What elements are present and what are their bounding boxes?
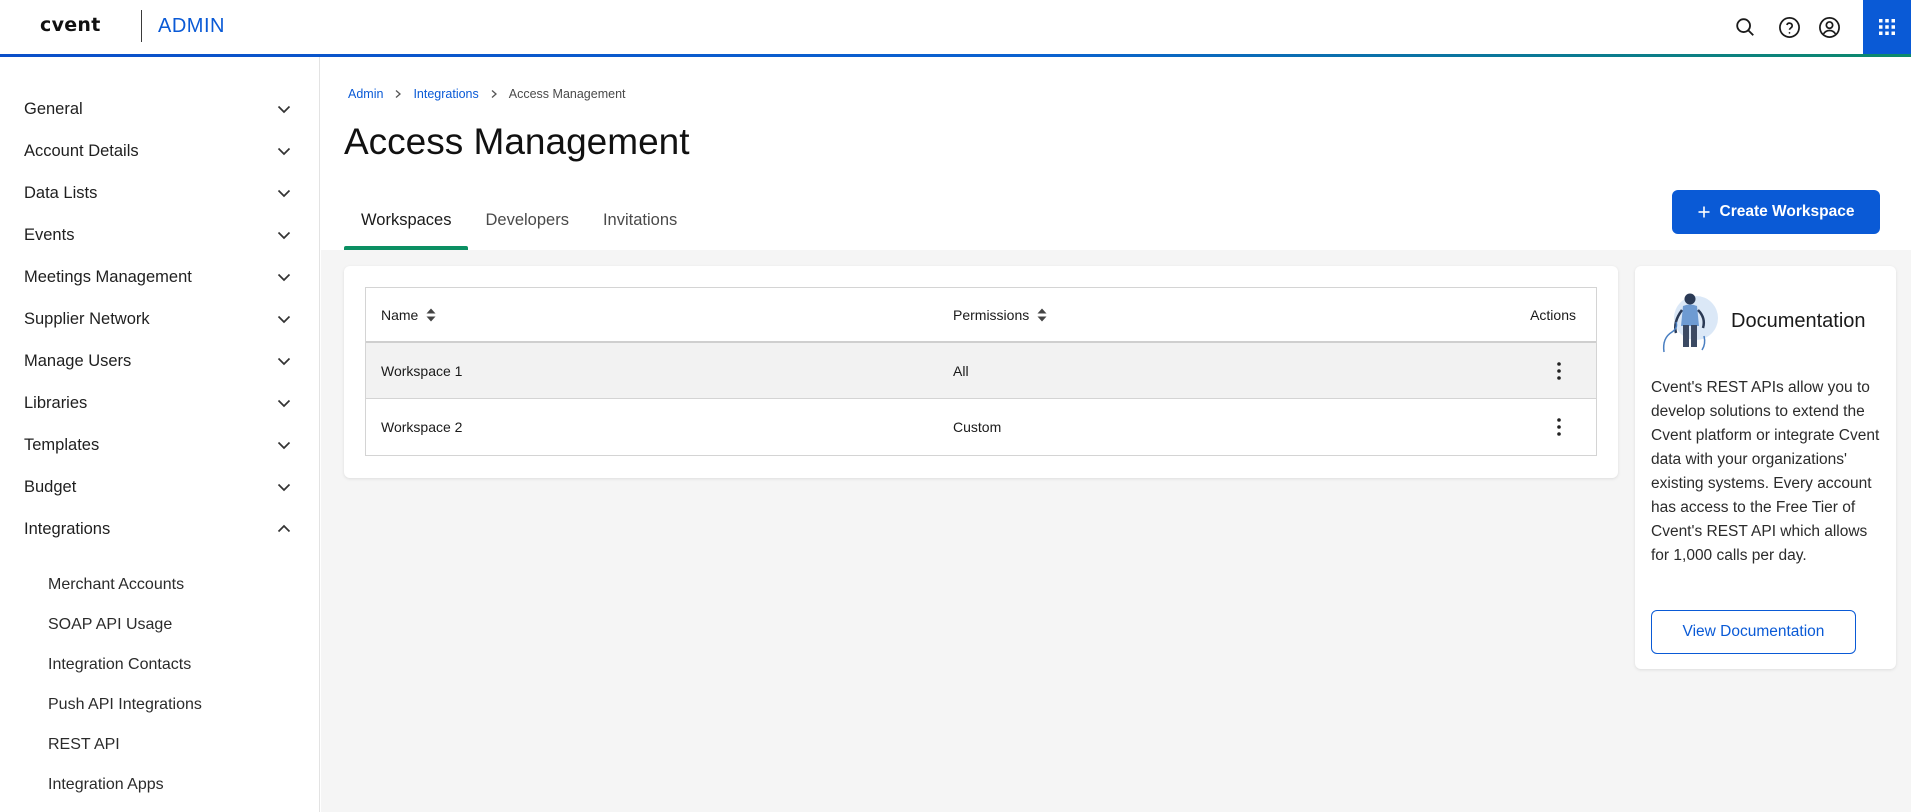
chevron-right-icon xyxy=(491,90,497,98)
sidebar-item-general[interactable]: General xyxy=(0,89,318,129)
workspaces-card: Name Permissions Actions Workspace 1 All xyxy=(344,266,1618,478)
chevron-down-icon xyxy=(277,399,291,408)
create-workspace-label: Create Workspace xyxy=(1719,203,1855,220)
sidebar-item-data-lists[interactable]: Data Lists xyxy=(0,173,318,213)
breadcrumb-current: Access Management xyxy=(508,87,626,101)
sidebar-item-label: Templates xyxy=(24,435,100,454)
sidebar-subitem-soap-api-usage[interactable]: SOAP API Usage xyxy=(0,607,318,643)
sidebar-item-label: Events xyxy=(24,225,75,244)
chevron-down-icon xyxy=(277,273,291,282)
chevron-down-icon xyxy=(277,105,291,114)
page-title: Access Management xyxy=(344,121,690,162)
user-icon[interactable] xyxy=(1815,13,1843,41)
sidebar-item-label: General xyxy=(24,99,83,118)
sidebar-item-label: Account Details xyxy=(24,141,139,160)
sidebar-item-label: Meetings Management xyxy=(24,267,192,286)
sidebar-item-label: Manage Users xyxy=(24,351,132,370)
plus-icon xyxy=(1698,206,1709,218)
column-header-name[interactable]: Name xyxy=(381,288,436,341)
chevron-down-icon xyxy=(277,147,291,156)
sidebar-subitem-rest-api[interactable]: REST API xyxy=(0,727,318,763)
workspace-permissions: All xyxy=(953,362,969,379)
sidebar-item-label: Supplier Network xyxy=(24,309,150,328)
top-bar: cvent ADMIN xyxy=(0,0,1911,57)
workspace-name: Workspace 2 xyxy=(381,419,463,435)
more-vertical-icon[interactable] xyxy=(1547,359,1571,383)
tab-workspaces[interactable]: Workspaces xyxy=(344,207,469,250)
documentation-description: Cvent's REST APIs allow you to develop s… xyxy=(1651,379,1880,564)
sidebar-item-label: Budget xyxy=(24,477,77,496)
sidebar: General Account Details Data Lists Event… xyxy=(0,57,320,812)
sort-icon[interactable] xyxy=(426,308,436,322)
documentation-card: Documentation Cvent's REST APIs allow yo… xyxy=(1635,266,1896,669)
page-header: Admin Integrations Access Management Acc… xyxy=(321,57,1911,250)
chevron-down-icon xyxy=(277,315,291,324)
app-label[interactable]: ADMIN xyxy=(158,15,225,38)
sidebar-item-label: Data Lists xyxy=(24,183,98,202)
column-header-label: Permissions xyxy=(953,306,1030,323)
sidebar-item-events[interactable]: Events xyxy=(0,215,318,255)
sidebar-item-meetings-management[interactable]: Meetings Management xyxy=(0,257,318,297)
create-workspace-button[interactable]: Create Workspace xyxy=(1672,190,1880,234)
column-header-label: Name xyxy=(381,306,419,323)
sidebar-subitem-push-api-integrations[interactable]: Push API Integrations xyxy=(0,687,318,723)
view-documentation-button[interactable]: View Documentation xyxy=(1651,610,1856,654)
column-header-permissions[interactable]: Permissions xyxy=(953,288,1047,341)
table-row[interactable]: Workspace 2 Custom xyxy=(366,399,1596,455)
main-content: Admin Integrations Access Management Acc… xyxy=(321,57,1911,812)
sidebar-item-templates[interactable]: Templates xyxy=(0,425,318,465)
search-icon[interactable] xyxy=(1731,13,1759,41)
chevron-right-icon xyxy=(396,90,402,98)
sidebar-item-manage-users[interactable]: Manage Users xyxy=(0,341,318,381)
documentation-title: Documentation xyxy=(1731,310,1866,332)
row-actions xyxy=(1547,343,1571,398)
workspace-permissions: Custom xyxy=(953,419,1002,435)
workspace-name: Workspace 1 xyxy=(381,362,463,379)
sidebar-item-label: Integrations xyxy=(24,519,111,538)
apps-grid-icon[interactable] xyxy=(1863,0,1911,54)
sort-icon[interactable] xyxy=(1037,308,1047,322)
table-header: Name Permissions Actions xyxy=(366,288,1596,343)
chevron-up-icon xyxy=(277,524,291,533)
more-vertical-icon[interactable] xyxy=(1547,415,1571,439)
sidebar-item-account-details[interactable]: Account Details xyxy=(0,131,318,171)
sidebar-subitem-integration-apps[interactable]: Integration Apps xyxy=(0,767,318,803)
column-header-actions: Actions xyxy=(1530,306,1576,323)
sidebar-item-label: Libraries xyxy=(24,393,88,412)
breadcrumb: Admin Integrations Access Management xyxy=(348,87,626,101)
breadcrumb-admin[interactable]: Admin xyxy=(348,87,383,101)
chevron-down-icon xyxy=(277,357,291,366)
tab-bar: Workspaces Developers Invitations xyxy=(344,207,694,250)
sidebar-item-integrations[interactable]: Integrations xyxy=(0,509,318,549)
sidebar-item-libraries[interactable]: Libraries xyxy=(0,383,318,423)
developer-illustration-icon xyxy=(1662,293,1718,353)
logo-divider xyxy=(141,10,142,42)
chevron-down-icon xyxy=(277,441,291,450)
chevron-down-icon xyxy=(277,231,291,240)
help-icon[interactable] xyxy=(1775,13,1803,41)
tab-developers[interactable]: Developers xyxy=(468,207,585,250)
sidebar-item-supplier-network[interactable]: Supplier Network xyxy=(0,299,318,339)
sidebar-subitem-merchant-accounts[interactable]: Merchant Accounts xyxy=(0,567,318,603)
chevron-down-icon xyxy=(277,189,291,198)
table-row[interactable]: Workspace 1 All xyxy=(366,343,1596,399)
breadcrumb-integrations[interactable]: Integrations xyxy=(413,87,478,101)
row-actions xyxy=(1547,399,1571,455)
workspaces-table: Name Permissions Actions Workspace 1 All xyxy=(365,287,1597,456)
cvent-logo[interactable]: cvent xyxy=(40,14,101,36)
sidebar-subitem-integration-contacts[interactable]: Integration Contacts xyxy=(0,647,318,683)
chevron-down-icon xyxy=(277,483,291,492)
tab-invitations[interactable]: Invitations xyxy=(586,207,694,250)
sidebar-item-budget[interactable]: Budget xyxy=(0,467,318,507)
